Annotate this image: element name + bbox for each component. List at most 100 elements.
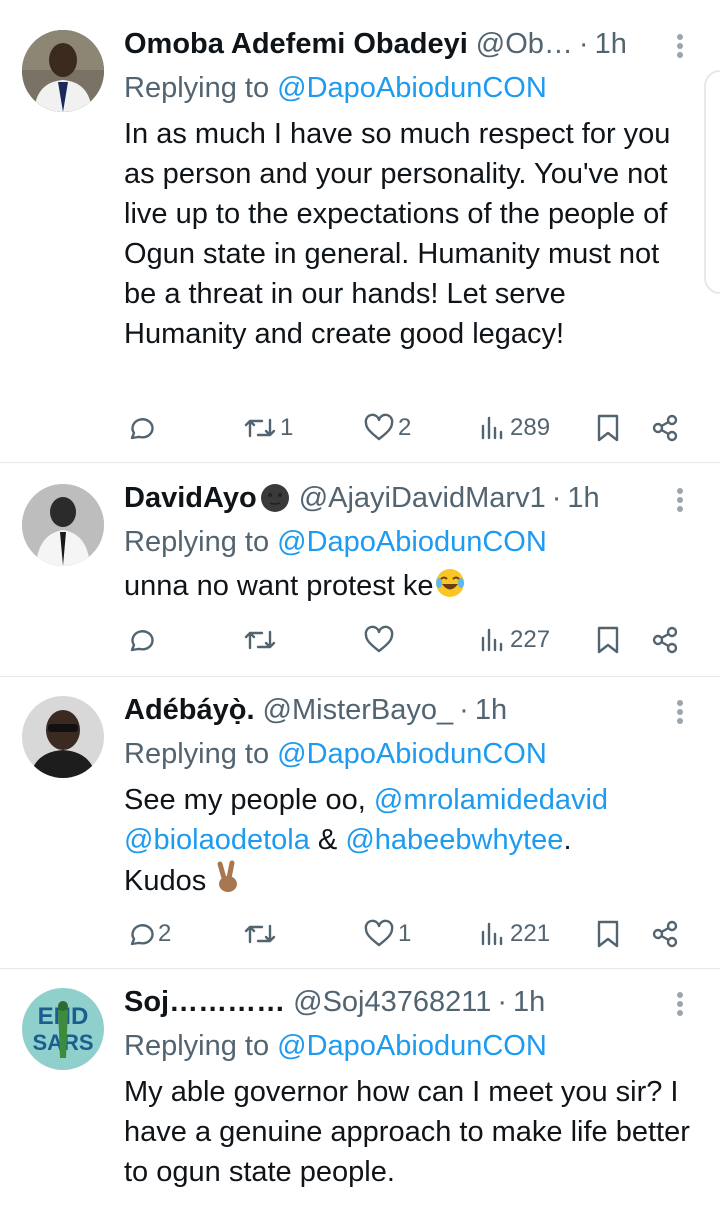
- reply-text-mid: &: [309, 824, 346, 856]
- display-name[interactable]: Omoba Adefemi Obadeyi: [124, 24, 468, 64]
- share-icon: [652, 626, 678, 654]
- reply-text: unna no want protest ke: [124, 566, 694, 606]
- reply-item[interactable]: Omoba Adefemi Obadeyi @Ob… · 1h Replying…: [0, 0, 720, 463]
- new-moon-face-icon: [260, 484, 289, 512]
- scrollbar-handle[interactable]: [704, 70, 720, 294]
- bookmark-button[interactable]: [594, 408, 622, 448]
- heart-icon: [364, 625, 394, 653]
- views-icon: [481, 922, 503, 946]
- mention-link[interactable]: @biolaodetola: [124, 824, 310, 856]
- share-icon: [652, 414, 678, 442]
- bookmark-button[interactable]: [594, 620, 622, 660]
- avatar-photo: END SARS: [22, 988, 104, 1070]
- reply-text: My able governor how can I meet you sir?…: [124, 1072, 694, 1192]
- like-count: 2: [398, 414, 412, 441]
- user-handle[interactable]: @MisterBayo_: [263, 690, 454, 730]
- avatar-photo: [22, 696, 104, 778]
- timestamp[interactable]: 1h: [513, 982, 545, 1022]
- user-handle[interactable]: @Ob…: [476, 24, 573, 64]
- views-icon: [481, 416, 503, 440]
- avatar[interactable]: [22, 484, 104, 566]
- replying-to-mention[interactable]: @DapoAbiodunCON: [277, 526, 547, 558]
- avatar[interactable]: [22, 696, 104, 778]
- reply-item[interactable]: Adébáyọ̀. @MisterBayo_ · 1h Replying to …: [0, 676, 720, 969]
- crying-laughing-face-icon: [435, 569, 464, 597]
- repost-button[interactable]: [242, 620, 280, 660]
- replying-prefix: Replying to: [124, 1030, 278, 1062]
- more-options-icon[interactable]: [668, 480, 692, 520]
- reply-item[interactable]: END SARS Soj………… @Soj43768211 · 1h Reply…: [0, 968, 720, 1210]
- replying-to: Replying to @DapoAbiodunCON: [124, 522, 547, 562]
- reply-header: Soj………… @Soj43768211 · 1h: [124, 982, 660, 1022]
- display-name[interactable]: Soj…………: [124, 982, 285, 1022]
- replying-to: Replying to @DapoAbiodunCON: [124, 734, 547, 774]
- reply-icon: [130, 418, 154, 440]
- repost-button[interactable]: [242, 914, 280, 954]
- reply-text: See my people oo, @mrolamidedavid @biola…: [124, 780, 694, 901]
- views-button[interactable]: 221: [478, 914, 550, 954]
- view-count: 221: [510, 920, 551, 947]
- share-button[interactable]: [650, 620, 680, 660]
- bookmark-icon: [597, 626, 619, 654]
- replying-to: Replying to @DapoAbiodunCON: [124, 1026, 547, 1066]
- bookmark-button[interactable]: [594, 914, 622, 954]
- display-name[interactable]: DavidAyo: [124, 478, 291, 518]
- reply-text-line-1: See my people oo, @mrolamidedavid: [124, 780, 694, 820]
- repost-icon: [244, 418, 276, 438]
- reply-text-content: My able governor how can I meet you sir?…: [124, 1076, 690, 1188]
- separator-dot: ·: [497, 986, 508, 1018]
- replying-prefix: Replying to: [124, 738, 278, 770]
- avatar[interactable]: [22, 30, 104, 112]
- reply-item[interactable]: DavidAyo @AjayiDavidMarv1 · 1h Replying …: [0, 462, 720, 677]
- like-button[interactable]: 2: [362, 408, 411, 448]
- views-button[interactable]: 289: [478, 408, 550, 448]
- more-options-icon[interactable]: [668, 692, 692, 732]
- timestamp[interactable]: 1h: [595, 24, 627, 64]
- reply-text-content: unna no want protest ke: [124, 566, 694, 606]
- action-bar: 2 1 221: [124, 914, 684, 954]
- heart-icon: [364, 413, 394, 441]
- avatar-photo: [22, 30, 104, 112]
- heart-icon: [364, 919, 394, 947]
- reply-button[interactable]: 2: [124, 914, 171, 954]
- more-options-icon[interactable]: [668, 984, 692, 1024]
- share-button[interactable]: [650, 408, 680, 448]
- more-options-icon[interactable]: [668, 26, 692, 66]
- reply-header: Omoba Adefemi Obadeyi @Ob… · 1h: [124, 24, 660, 64]
- separator-dot: ·: [459, 694, 469, 726]
- reply-button[interactable]: [124, 408, 158, 448]
- user-handle[interactable]: @Soj43768211: [293, 982, 491, 1022]
- user-handle[interactable]: @AjayiDavidMarv1: [299, 478, 546, 518]
- replying-to-mention[interactable]: @DapoAbiodunCON: [277, 1030, 547, 1062]
- replying-to-mention[interactable]: @DapoAbiodunCON: [277, 738, 547, 770]
- reply-button[interactable]: [124, 620, 158, 660]
- action-bar: 227: [124, 620, 684, 660]
- views-button[interactable]: 227: [478, 620, 550, 660]
- repost-count: 1: [280, 414, 294, 441]
- separator-dot: ·: [578, 28, 589, 60]
- avatar[interactable]: END SARS: [22, 988, 104, 1070]
- repost-icon: [244, 630, 276, 650]
- display-name[interactable]: Adébáyọ̀.: [124, 690, 255, 730]
- reply-text: In as much I have so much respect for yo…: [124, 114, 694, 354]
- avatar-photo: [22, 484, 104, 566]
- view-count: 289: [510, 414, 551, 441]
- timestamp[interactable]: 1h: [475, 690, 507, 730]
- separator-dot: ·: [551, 482, 562, 514]
- reply-header: DavidAyo @AjayiDavidMarv1 · 1h: [124, 478, 660, 518]
- like-button[interactable]: 1: [362, 914, 411, 954]
- repost-icon: [244, 924, 276, 944]
- reply-icon: [130, 924, 154, 946]
- reply-icon: [130, 630, 154, 652]
- replying-to-mention[interactable]: @DapoAbiodunCON: [277, 72, 547, 104]
- share-button[interactable]: [650, 914, 680, 954]
- like-count: 1: [398, 920, 412, 947]
- replying-to: Replying to @DapoAbiodunCON: [124, 68, 547, 108]
- mention-link[interactable]: @mrolamidedavid: [374, 784, 608, 816]
- like-button[interactable]: [362, 620, 398, 660]
- repost-button[interactable]: 1: [242, 408, 293, 448]
- views-icon: [481, 628, 503, 652]
- timestamp[interactable]: 1h: [567, 478, 599, 518]
- reply-text-content: In as much I have so much respect for yo…: [124, 118, 671, 350]
- mention-link[interactable]: @habeebwhytee: [345, 824, 563, 856]
